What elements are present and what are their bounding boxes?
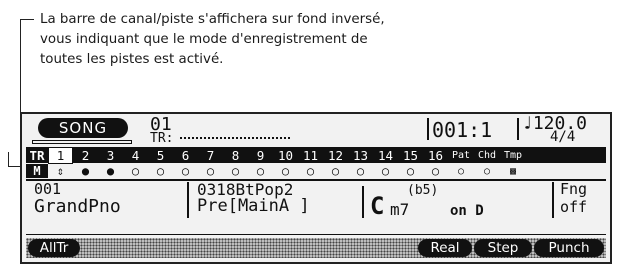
status-14-icon: ○ (381, 164, 390, 178)
track-1[interactable]: 1 (48, 146, 73, 164)
measure-readout: 001:1 (432, 118, 493, 142)
track-15[interactable]: 15 (398, 148, 423, 163)
status-pattern-icon: ○ (457, 165, 465, 177)
track-5[interactable]: 5 (148, 148, 173, 163)
voice-name[interactable]: GrandPno (34, 198, 121, 216)
track-14[interactable]: 14 (373, 148, 398, 163)
track-8[interactable]: 8 (223, 148, 248, 163)
softkey-divider (26, 234, 606, 235)
status-9-icon: ○ (256, 164, 265, 178)
track-7[interactable]: 7 (198, 148, 223, 163)
callout-line-3: toutes les pistes est activé. (40, 52, 224, 67)
fingering-label: Fng (560, 180, 588, 198)
callout-line-1: La barre de canal/piste s'affichera sur … (40, 12, 385, 27)
measure-separator (427, 118, 429, 140)
status-11-icon: ○ (306, 164, 315, 178)
leader-line-top (20, 19, 34, 20)
track-status-row: M ⇕ ● ● ○ ○ ○ ○ ○ ○ ○ ○ ○ ○ ○ ○ ○ ○ ○ ▩ (26, 164, 606, 178)
chord-fng-separator (552, 182, 554, 218)
chord-root: C (370, 192, 385, 220)
status-13-icon: ○ (356, 164, 365, 178)
punch-record-button[interactable]: Punch (534, 239, 604, 257)
mode-underbar (32, 140, 132, 144)
time-signature: 4/4 (550, 129, 576, 145)
track-16[interactable]: 16 (423, 148, 448, 163)
tr-label: TR: (150, 131, 174, 146)
song-mode-badge: SONG (38, 118, 128, 138)
track-11[interactable]: 11 (298, 148, 323, 163)
track-6[interactable]: 6 (173, 148, 198, 163)
callout-line-2: vous indiquant que le mode d'enregistrem… (40, 32, 368, 47)
chord-bass-note: D (475, 203, 484, 219)
fingering-value[interactable]: off (560, 200, 587, 215)
divider-line (26, 179, 606, 181)
status-chord-icon: ○ (483, 165, 491, 177)
status-3-icon: ● (106, 164, 115, 178)
track-progress-bar (180, 137, 290, 140)
voice-number: 001 (34, 180, 62, 198)
status-2-icon: ● (81, 164, 90, 178)
chord-extension: (b5) (407, 183, 439, 198)
track-4[interactable]: 4 (123, 148, 148, 163)
real-record-button[interactable]: Real (418, 239, 472, 257)
callout-text: La barre de canal/piste s'affichera sur … (40, 10, 460, 70)
lcd-screen: SONG 01 TR: 001:1 ♩120.0 4/4 TR 1 2 3 4 … (20, 112, 612, 264)
track-pattern[interactable]: Pat (448, 150, 474, 161)
all-tracks-button[interactable]: AllTr (28, 239, 80, 257)
status-16-icon: ○ (431, 164, 440, 178)
status-8-icon: ○ (231, 164, 240, 178)
status-6-icon: ○ (181, 164, 190, 178)
status-5-icon: ○ (156, 164, 165, 178)
track-3[interactable]: 3 (98, 148, 123, 163)
track-10[interactable]: 10 (273, 148, 298, 163)
track-header-label: TR (29, 147, 45, 163)
style-chord-separator (362, 186, 364, 218)
chord-type: m7 (390, 200, 410, 219)
tempo-separator (517, 118, 519, 140)
status-12-icon: ○ (331, 164, 340, 178)
track-12[interactable]: 12 (323, 148, 348, 163)
status-7-icon: ○ (206, 164, 215, 178)
status-10-icon: ○ (281, 164, 290, 178)
track-9[interactable]: 9 (248, 148, 273, 163)
step-record-button[interactable]: Step (474, 239, 532, 257)
track-tempo[interactable]: Tmp (500, 150, 526, 161)
chord-on-label: on (450, 203, 467, 219)
status-1-icon: ⇕ (56, 164, 65, 178)
track-2[interactable]: 2 (73, 148, 98, 163)
track-channel-bar: TR 1 2 3 4 5 6 7 8 9 10 11 12 13 14 15 1… (26, 146, 606, 164)
status-row-label: M (26, 164, 48, 178)
voice-style-separator (187, 182, 189, 218)
status-15-icon: ○ (406, 164, 415, 178)
track-13[interactable]: 13 (348, 148, 373, 163)
track-chord[interactable]: Chd (474, 150, 500, 161)
status-4-icon: ○ (131, 164, 140, 178)
style-section[interactable]: Pre[MainA ] (197, 198, 310, 215)
chord-on-bass: on D (450, 204, 484, 218)
leader-line-tick (8, 152, 9, 167)
status-tempo-icon: ▩ (509, 165, 517, 177)
